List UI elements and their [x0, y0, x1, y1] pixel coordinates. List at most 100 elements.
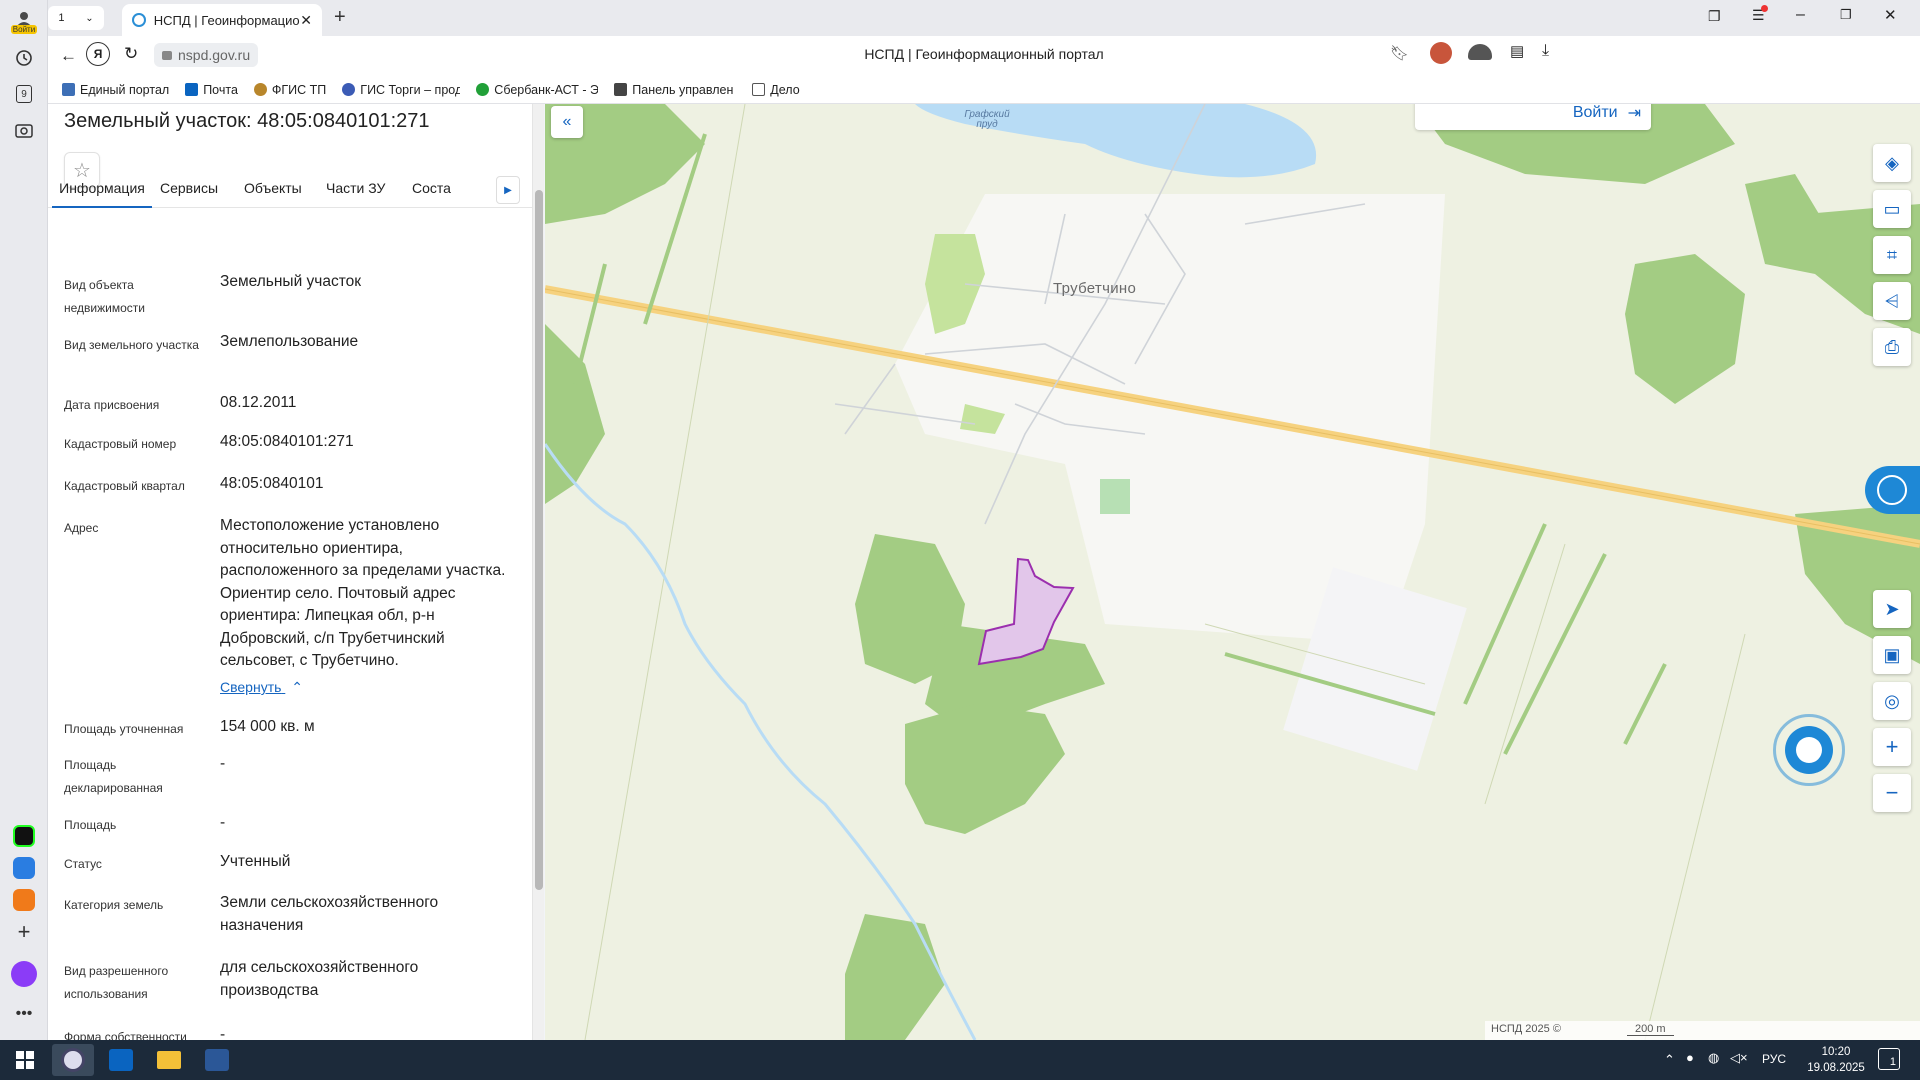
- panel-title: Земельный участок: 48:05:0840101:271: [64, 110, 430, 132]
- downloads-button[interactable]: ⤓: [1542, 42, 1549, 60]
- tab-composition[interactable]: Соста: [412, 180, 452, 196]
- mail-app-button[interactable]: [8, 884, 40, 916]
- globe-icon: ◍: [1708, 1050, 1720, 1065]
- chat-button[interactable]: [1785, 726, 1833, 774]
- village-label: Трубетчино: [1053, 280, 1137, 297]
- bookmark-gosuslugi[interactable]: Единый портал: [62, 83, 169, 97]
- chat-lines-icon: [1796, 737, 1822, 763]
- gosuslugi-icon: [62, 83, 75, 96]
- object-info-panel: Земельный участок: 48:05:0840101:271 ☆ И…: [48, 104, 532, 1040]
- map-layer: [545, 104, 1920, 1040]
- minimap-button[interactable]: ▣: [1873, 636, 1911, 674]
- tray-expand-button[interactable]: ⌃: [1664, 1052, 1675, 1068]
- measure-button[interactable]: ▭: [1873, 190, 1911, 228]
- mic-indicator[interactable]: ●: [1686, 1050, 1694, 1065]
- restore-icon: ❐: [1840, 7, 1852, 22]
- prop-value: 08.12.2011: [220, 394, 297, 411]
- share-button[interactable]: ⩤: [1873, 282, 1911, 320]
- screenshot-button[interactable]: [8, 114, 40, 146]
- profile-button[interactable]: Войти: [8, 4, 40, 40]
- prop-value: Землепользование: [220, 333, 359, 350]
- collapse-panel-button[interactable]: «: [551, 106, 583, 138]
- new-tab-button[interactable]: +: [334, 6, 346, 29]
- history-button[interactable]: [8, 42, 40, 74]
- taskbar-explorer[interactable]: [148, 1044, 190, 1076]
- bookmark-gis-torgi[interactable]: ГИС Торги – прод: [342, 83, 460, 97]
- clock[interactable]: 10:20 19.08.2025: [1806, 1044, 1866, 1076]
- bookmark-mail[interactable]: Почта: [185, 83, 238, 97]
- bookmark-delo[interactable]: Дело: [752, 83, 800, 97]
- reading-list-button[interactable]: ▤: [1510, 42, 1524, 60]
- close-icon: ✕: [1884, 7, 1897, 24]
- close-window-button[interactable]: ✕: [1884, 6, 1897, 24]
- bookmark-page-button[interactable]: 🔖︎: [1390, 44, 1409, 62]
- bookmark-panel[interactable]: Панель управлен: [614, 83, 736, 97]
- pond-label: Графский пруд: [964, 109, 1010, 130]
- extension-button[interactable]: [1430, 42, 1452, 64]
- taskbar-word[interactable]: [196, 1044, 238, 1076]
- alice-button[interactable]: [8, 958, 40, 990]
- map-canvas[interactable]: Графский пруд Трубетчино « Войти ⇥ ◈ ▭ ⌗…: [545, 104, 1920, 1040]
- notifications-button[interactable]: 1: [1878, 1048, 1900, 1070]
- messenger-app-button[interactable]: [8, 852, 40, 884]
- attribution: НСПД 2025 ©: [1491, 1023, 1561, 1035]
- tab-services[interactable]: Сервисы: [160, 180, 218, 196]
- add-app-button[interactable]: +: [8, 916, 40, 948]
- attribution-bar: НСПД 2025 © 200 m: [1485, 1021, 1920, 1040]
- emblem-icon: [253, 83, 267, 96]
- start-button[interactable]: [4, 1044, 46, 1076]
- picture-in-picture-icon: ▣: [1883, 644, 1901, 665]
- bookmark-fgis-tp[interactable]: ФГИС ТП: [253, 82, 327, 97]
- tab-title: НСПД | Геоинформационный портал: [153, 12, 301, 28]
- prop-value: 48:05:0840101: [220, 475, 324, 492]
- layers-button[interactable]: ◈: [1873, 144, 1911, 182]
- plus-icon: +: [1885, 734, 1899, 759]
- camera-icon: [15, 124, 33, 138]
- plus-icon: +: [17, 919, 31, 944]
- area-search-button[interactable]: ⌗: [1873, 236, 1911, 274]
- prop-value: 154 000 кв. м: [220, 718, 315, 735]
- volume-indicator[interactable]: ◁×: [1730, 1050, 1748, 1066]
- ruler-icon: ▭: [1883, 198, 1901, 219]
- prop-value: -: [220, 814, 226, 831]
- bookmark-label: ФГИС ТП: [271, 82, 327, 97]
- prop-value: -: [220, 1026, 226, 1040]
- tab-objects[interactable]: Объекты: [244, 180, 302, 196]
- location-search-button[interactable]: ◎: [1873, 682, 1911, 720]
- login-arrow-icon: ⇥: [1627, 105, 1641, 122]
- restore-button[interactable]: ❐: [1840, 7, 1852, 23]
- messenger-icon: [13, 857, 35, 879]
- fin-icon: [614, 83, 628, 96]
- tabs-count-button[interactable]: 9: [8, 78, 40, 110]
- menu-button[interactable]: ☰: [1752, 5, 1768, 24]
- print-button[interactable]: ⎙: [1873, 328, 1911, 366]
- scrollbar-thumb[interactable]: [535, 190, 543, 890]
- zoom-out-button[interactable]: −: [1873, 774, 1911, 812]
- close-icon[interactable]: ✕: [300, 12, 312, 29]
- zoom-in-button[interactable]: +: [1873, 728, 1911, 766]
- language-indicator[interactable]: РУС: [1762, 1052, 1786, 1066]
- tab-info[interactable]: Информация: [52, 180, 152, 208]
- alice-app-button[interactable]: [8, 820, 40, 852]
- windows-taskbar: ⌃ ● ◍ ◁× РУС 10:20 19.08.2025 1: [0, 1040, 1920, 1080]
- collections-button[interactable]: ❐: [1708, 8, 1721, 25]
- taskbar-yandex-browser[interactable]: [52, 1044, 94, 1076]
- more-button[interactable]: •••: [8, 998, 40, 1030]
- search-area-icon: ⌗: [1886, 244, 1898, 265]
- minimize-button[interactable]: –: [1796, 6, 1805, 24]
- geolocate-button[interactable]: ➤: [1873, 590, 1911, 628]
- panel-scrollbar[interactable]: [532, 104, 544, 1040]
- login-button[interactable]: Войти ⇥: [1415, 104, 1651, 130]
- bookmarks-bar: Единый портал Почта ФГИС ТП ГИС Торги – …: [48, 76, 1920, 104]
- tab-active[interactable]: НСПД | Геоинформационный портал ✕: [122, 4, 322, 36]
- feedback-tab[interactable]: [1865, 466, 1920, 514]
- tab-group-selector[interactable]: 1 ⌄: [48, 6, 104, 30]
- taskbar-outlook[interactable]: [100, 1044, 142, 1076]
- tab-counter: 1: [58, 12, 65, 24]
- collapse-link[interactable]: Свернуть ⌃: [220, 679, 303, 696]
- status-value: Учтенный: [220, 853, 291, 870]
- tabs-scroll-right-button[interactable]: ▶: [496, 176, 520, 204]
- tab-parts[interactable]: Части ЗУ: [326, 180, 385, 196]
- bookmark-sberbank-ast[interactable]: Сбербанк-АСТ - Э: [476, 83, 598, 97]
- network-indicator[interactable]: ◍: [1708, 1050, 1719, 1066]
